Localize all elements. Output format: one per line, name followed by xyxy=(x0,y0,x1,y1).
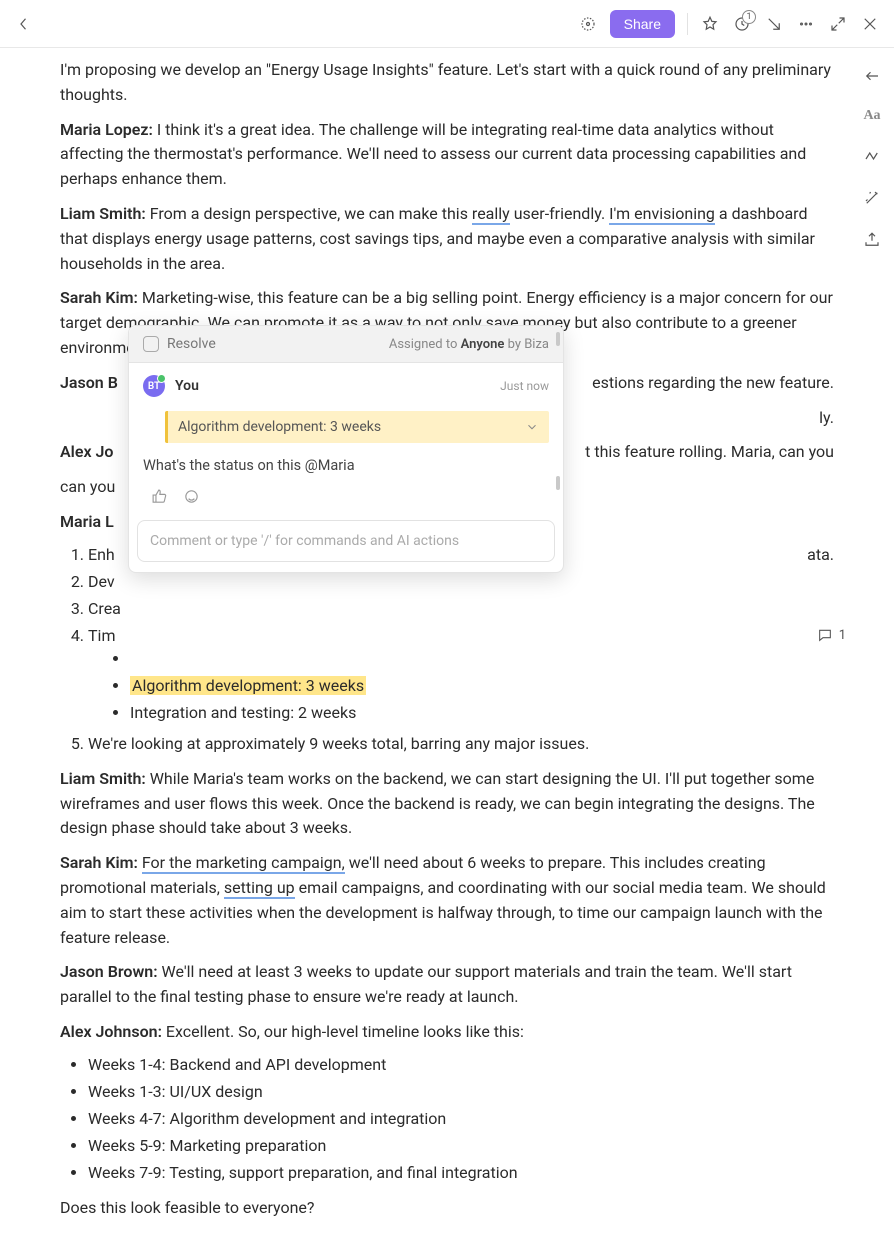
target-icon[interactable] xyxy=(578,14,598,34)
quoted-text-chip[interactable]: Algorithm development: 3 weeks xyxy=(165,411,549,443)
expand-icon[interactable] xyxy=(828,14,848,34)
close-icon[interactable] xyxy=(860,14,880,34)
author-name: You xyxy=(175,378,199,394)
popup-header: Resolve Assigned to Anyone by Biza xyxy=(129,326,563,363)
timeline-bullets: Weeks 1-4: Backend and API development W… xyxy=(88,1051,834,1186)
list-item: Weeks 1-3: UI/UX design xyxy=(88,1078,834,1105)
checkbox-icon[interactable] xyxy=(143,336,159,352)
star-icon[interactable] xyxy=(700,14,720,34)
comment-icon xyxy=(817,627,833,643)
list-item: Weeks 5-9: Marketing preparation xyxy=(88,1132,834,1159)
scrollbar-thumb[interactable] xyxy=(556,476,560,490)
intro-paragraph: I'm proposing we develop an "Energy Usag… xyxy=(60,58,834,108)
thumbs-up-icon[interactable] xyxy=(149,486,169,506)
list-item xyxy=(130,645,834,672)
list-item: Integration and testing: 2 weeks xyxy=(130,699,834,726)
comment-input[interactable]: Comment or type '/' for commands and AI … xyxy=(137,520,555,562)
speaker-label: Maria Lopez: xyxy=(60,120,153,139)
underline-envisioning: I'm envisioning xyxy=(609,204,715,225)
highlight[interactable]: Algorithm development: 3 weeks xyxy=(130,676,366,695)
chevron-down-icon[interactable] xyxy=(525,420,539,434)
comment-count-indicator[interactable]: 1 xyxy=(817,627,846,643)
avatar: BT xyxy=(143,375,165,397)
list-item: Weeks 7-9: Testing, support preparation,… xyxy=(88,1159,834,1186)
top-toolbar: Share xyxy=(0,0,894,48)
comment-text: What's the status on this @Maria xyxy=(143,453,549,484)
share-button[interactable]: Share xyxy=(610,10,675,38)
list-item-highlighted: Algorithm development: 3 weeks xyxy=(130,672,834,699)
assigned-label[interactable]: Assigned to Anyone by Biza xyxy=(389,337,549,352)
list-item: Crea xyxy=(88,595,834,622)
closing-paragraph: Does this look feasible to everyone? xyxy=(60,1196,834,1221)
timestamp: Just now xyxy=(500,379,549,393)
back-icon[interactable] xyxy=(14,14,34,34)
list-item: Tim Algorithm development: 3 weeks Integ… xyxy=(88,622,834,730)
sarah-paragraph-2: Sarah Kim: For the marketing campaign, w… xyxy=(60,851,834,950)
emoji-icon[interactable] xyxy=(181,486,201,506)
more-icon[interactable] xyxy=(796,14,816,34)
alex-paragraph-2: Alex Johnson: Excellent. So, our high-le… xyxy=(60,1020,834,1045)
divider xyxy=(687,13,688,35)
download-icon[interactable] xyxy=(764,14,784,34)
maria-paragraph-1: Maria Lopez: I think it's a great idea. … xyxy=(60,118,834,192)
clock-icon[interactable] xyxy=(732,14,752,34)
list-item: Weeks 4-7: Algorithm development and int… xyxy=(88,1105,834,1132)
document-body: I'm proposing we develop an "Energy Usag… xyxy=(0,58,894,1241)
liam-paragraph-1: Liam Smith: From a design perspective, w… xyxy=(60,202,834,276)
liam-paragraph-2: Liam Smith: While Maria's team works on … xyxy=(60,767,834,841)
resolve-toggle[interactable]: Resolve xyxy=(143,336,216,352)
list-item: Weeks 1-4: Backend and API development xyxy=(88,1051,834,1078)
underline-really: really xyxy=(472,204,510,225)
reaction-row xyxy=(143,484,549,510)
comment-popup: Resolve Assigned to Anyone by Biza BT Yo… xyxy=(128,325,564,573)
comment-author-row: BT You Just now xyxy=(143,375,549,397)
sub-bullets: Algorithm development: 3 weeks Integrati… xyxy=(130,645,834,726)
list-item: We're looking at approximately 9 weeks t… xyxy=(88,730,834,757)
jason-paragraph-2: Jason Brown: We'll need at least 3 weeks… xyxy=(60,960,834,1010)
numbered-list: Enhata. Dev Crea Tim Algorithm developme… xyxy=(88,541,834,757)
scrollbar-thumb[interactable] xyxy=(556,332,560,346)
